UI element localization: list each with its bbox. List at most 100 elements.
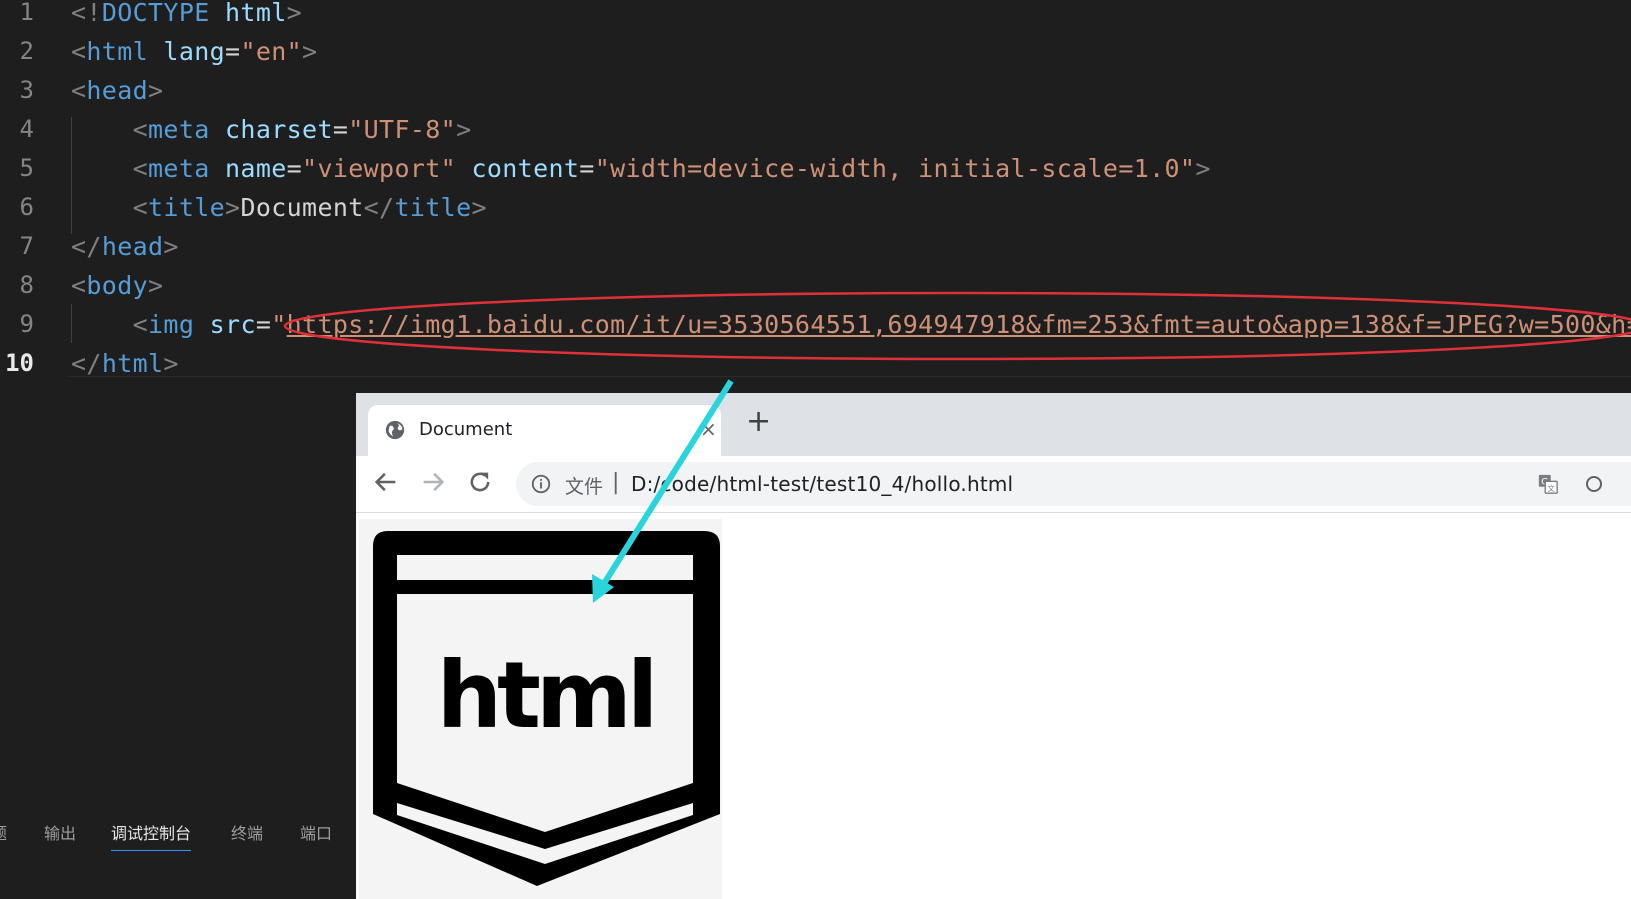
code-line[interactable]: 4 <meta charset="UTF-8"> [0,110,1631,149]
back-arrow-icon[interactable] [372,468,400,496]
code-token: head [86,76,149,105]
code-token: img [148,310,195,339]
bottom-panel-tabs: 题 输出 调试控制台 终端 端口 [0,810,356,851]
code-token: html [225,0,287,27]
code-line[interactable]: 8 <body> [0,266,1631,305]
code-line[interactable]: 6 <title>Document</title> [0,188,1631,227]
code-line[interactable]: 5 <meta name="viewport" content="width=d… [0,149,1631,188]
code-token: > [302,37,318,66]
translate-icon[interactable]: G 文 [1537,473,1559,495]
plus-icon[interactable]: + [746,407,771,437]
code-text[interactable]: <title>Document</title> [71,188,487,227]
line-number: 6 [19,193,34,221]
code-token: <! [71,0,102,27]
code-token: head [101,232,164,261]
tab-title: Document [419,419,513,440]
code-token: < [71,37,87,66]
line-number: 10 [5,349,34,377]
code-token: "UTF-8" [348,115,457,144]
code-token: lang [163,37,226,66]
page-viewport: html [356,513,1631,899]
code-line[interactable]: 7 </head> [0,227,1631,266]
code-text[interactable]: </head> [71,227,179,266]
code-token: > [471,193,487,222]
code-token: = [225,37,241,66]
panel-tab-terminal[interactable]: 终端 [231,820,263,844]
code-token: charset [225,115,333,144]
code-token: src [209,310,256,339]
code-token: https://img1.baidu.com/it/u=3530564551,6… [286,310,1631,339]
code-text[interactable]: <html lang="en"> [71,32,317,71]
code-token: < [71,271,87,300]
svg-text:文: 文 [1548,484,1556,493]
info-icon[interactable] [530,473,552,495]
code-text[interactable]: <body> [71,266,163,305]
code-token: > [163,232,179,261]
code-text[interactable]: <head> [71,71,163,110]
code-token: title [394,193,472,222]
code-line[interactable]: 1 <!DOCTYPE html> [0,0,1631,32]
forward-arrow-icon[interactable] [419,468,447,496]
code-token: < [132,115,149,144]
browser-tab[interactable]: Document × [368,405,721,456]
code-line[interactable]: 9 <img src="https://img1.baidu.com/it/u=… [0,305,1631,344]
panel-tab-ports[interactable]: 端口 [300,820,332,844]
code-token: title [148,193,226,222]
address-bar[interactable]: 文件 | D:/code/html-test/test10_4/hollo.ht… [516,462,1631,506]
panel-tab-problems[interactable]: 题 [0,820,7,844]
code-token: < [132,193,149,222]
code-token: = [286,154,303,183]
code-token: < [132,310,149,339]
browser-toolbar: 文件 | D:/code/html-test/test10_4/hollo.ht… [356,456,1631,513]
code-text[interactable]: <meta name="viewport" content="width=dev… [71,149,1211,188]
code-token: > [225,193,241,222]
close-icon[interactable]: × [700,417,717,441]
zoom-icon[interactable] [1584,474,1604,494]
code-token: </ [71,349,102,378]
code-text[interactable]: </html> [71,344,179,383]
code-line[interactable]: 10 </html> [0,344,1631,383]
code-token: Document [240,193,364,222]
code-token: = [255,310,272,339]
panel-tab-debug-console[interactable]: 调试控制台 [111,820,192,851]
code-token: meta [148,154,210,183]
code-line[interactable]: 3 <head> [0,71,1631,110]
code-token: html [86,37,149,66]
code-text[interactable]: <meta charset="UTF-8"> [71,110,471,149]
code-token: "en" [240,37,303,66]
browser-window: Document × + 文件 | D:/code/html-test/test… [356,393,1631,899]
panel-tab-output[interactable]: 输出 [44,820,76,844]
url-text[interactable]: D:/code/html-test/test10_4/hollo.html [631,472,1013,496]
line-number: 7 [19,232,34,260]
scheme-label: 文件 [565,476,604,498]
code-text[interactable]: <img src="https://img1.baidu.com/it/u=35… [71,305,1631,344]
code-token: "viewport" [302,154,457,183]
code-token: DOCTYPE [101,0,210,27]
code-token: < [71,76,87,105]
reload-icon[interactable] [466,468,494,496]
code-token: content [471,154,580,183]
globe-icon [385,420,405,440]
code-token: html [101,349,164,378]
code-line[interactable]: 2 <html lang="en"> [0,32,1631,71]
line-number: 4 [19,115,34,143]
code-token: > [456,115,472,144]
code-token: < [132,154,149,183]
line-number: 3 [19,76,34,104]
code-token: > [1195,154,1211,183]
line-number: 9 [19,310,34,338]
code-token: = [579,154,595,183]
code-token: </ [363,193,395,222]
code-text[interactable]: <!DOCTYPE html> [71,0,302,32]
line-number: 5 [19,154,34,182]
code-token: </ [71,232,102,261]
code-token: > [286,0,303,27]
tab-strip: Document × + [356,393,1631,456]
line-number: 2 [19,37,34,65]
